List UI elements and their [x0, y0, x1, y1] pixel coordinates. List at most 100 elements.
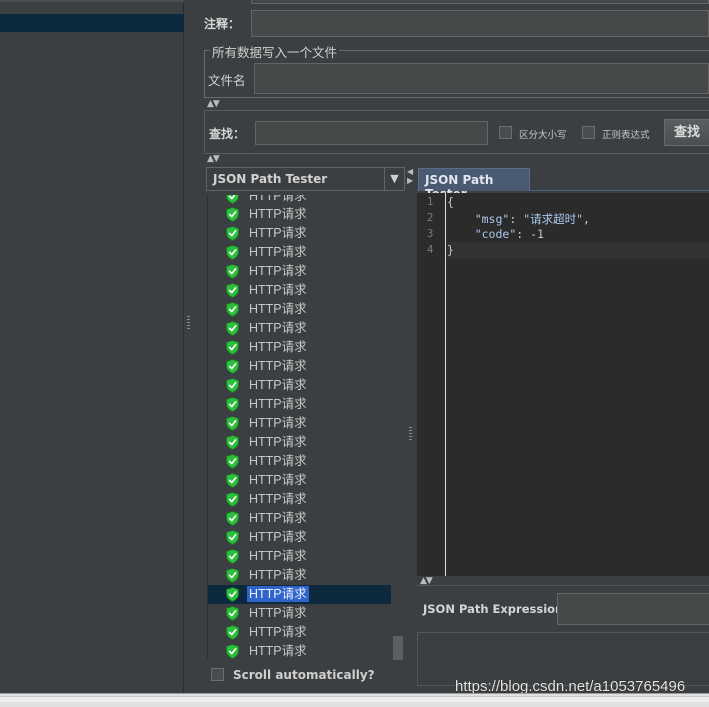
- list-item[interactable]: HTTP请求: [208, 452, 392, 471]
- success-shield-icon: [226, 378, 239, 393]
- list-item-label: HTTP请求: [249, 454, 307, 468]
- list-item[interactable]: HTTP请求: [208, 319, 392, 338]
- success-shield-icon: [226, 644, 239, 659]
- collapse-arrows-icon[interactable]: ▲▼: [207, 99, 220, 109]
- list-item[interactable]: HTTP请求: [208, 490, 392, 509]
- list-item[interactable]: HTTP请求: [208, 433, 392, 452]
- success-shield-icon: [226, 606, 239, 621]
- list-item-label: HTTP请求: [249, 264, 307, 278]
- list-item[interactable]: HTTP请求: [208, 528, 392, 547]
- list-item-label: HTTP请求: [249, 302, 307, 316]
- success-shield-icon: [226, 435, 239, 450]
- collapse-arrows-icon-2[interactable]: ▲▼: [207, 154, 220, 164]
- success-shield-icon: [226, 340, 239, 355]
- comment-field[interactable]: [251, 10, 709, 37]
- sampler-result-list[interactable]: HTTP请求 HTTP请求 HTTP请求 HTTP请求 HTTP请求 HTTP请求 HTTP…: [207, 195, 405, 660]
- list-item[interactable]: HTTP请求: [208, 357, 392, 376]
- list-item-selected[interactable]: HTTP请求: [208, 585, 392, 604]
- success-shield-icon: [226, 359, 239, 374]
- list-item[interactable]: HTTP请求: [208, 338, 392, 357]
- list-item-label: HTTP请求: [249, 283, 307, 297]
- scroll-auto-label: Scroll automatically?: [233, 668, 375, 682]
- list-item-label: HTTP请求: [249, 606, 307, 620]
- filename-field[interactable]: [254, 63, 709, 94]
- list-item[interactable]: HTTP请求: [208, 547, 392, 566]
- line-number: 1: [427, 196, 434, 208]
- tree-selected-node[interactable]: [0, 14, 184, 32]
- list-item-label: HTTP请求: [249, 549, 307, 563]
- list-item-label: HTTP请求: [249, 321, 307, 335]
- list-item-label: HTTP请求: [249, 473, 307, 487]
- list-item[interactable]: HTTP请求: [208, 642, 392, 660]
- list-item[interactable]: HTTP请求: [208, 300, 392, 319]
- list-item-label: HTTP请求: [249, 644, 307, 658]
- tab-json-path-tester[interactable]: JSON Path Tester: [418, 168, 530, 201]
- list-item[interactable]: HTTP请求: [208, 262, 392, 281]
- line-number: 3: [427, 228, 434, 240]
- tree-top-divider: [0, 0, 184, 2]
- splitter-grip-icon-2: [409, 427, 412, 441]
- list-item[interactable]: HTTP请求: [208, 604, 392, 623]
- search-input[interactable]: [255, 121, 488, 145]
- result-splitter[interactable]: ◀ ▶: [407, 167, 415, 687]
- list-item[interactable]: HTTP请求: [208, 566, 392, 585]
- write-to-file-legend: 所有数据写入一个文件: [210, 42, 340, 61]
- success-shield-icon: [226, 473, 239, 488]
- test-plan-tree[interactable]: [0, 0, 184, 693]
- success-shield-icon: [226, 283, 239, 298]
- list-item-label: HTTP请求: [249, 245, 307, 259]
- list-item[interactable]: HTTP请求: [208, 224, 392, 243]
- success-shield-icon: [226, 492, 239, 507]
- success-shield-icon: [226, 549, 239, 564]
- scroll-auto-checkbox[interactable]: [211, 668, 224, 681]
- success-shield-icon: [226, 587, 239, 602]
- expression-input[interactable]: [557, 593, 709, 625]
- list-item-label: HTTP请求: [249, 511, 307, 525]
- list-item[interactable]: HTTP请求: [208, 243, 392, 262]
- search-label: 查找：: [209, 127, 246, 141]
- list-item[interactable]: HTTP请求: [208, 471, 392, 490]
- bottom-border-inner: [0, 696, 709, 702]
- list-item-label: HTTP请求: [249, 340, 307, 354]
- list-item-label: HTTP请求: [249, 530, 307, 544]
- search-button[interactable]: 查找: [664, 119, 709, 146]
- line-number: 4: [427, 244, 434, 256]
- code-line: "msg": "请求超时",: [474, 212, 590, 226]
- list-item-label: HTTP请求: [249, 625, 307, 639]
- name-field[interactable]: [251, 0, 709, 4]
- code-line: "code": -1: [474, 227, 544, 241]
- regex-checkbox[interactable]: [582, 126, 595, 139]
- success-shield-icon: [226, 416, 239, 431]
- response-editor[interactable]: 1 2 3 4 { "msg": "请求超时", "code": -1}: [417, 193, 709, 576]
- list-item-label: HTTP请求: [249, 416, 307, 430]
- success-shield-icon: [226, 195, 239, 204]
- list-item[interactable]: HTTP请求: [208, 414, 392, 433]
- chevron-down-icon[interactable]: ▼: [384, 168, 404, 190]
- success-shield-icon: [226, 321, 239, 336]
- main-splitter[interactable]: [184, 0, 194, 693]
- list-item[interactable]: HTTP请求: [208, 509, 392, 528]
- filename-label: 文件名: [208, 73, 246, 88]
- splitter-arrows-icon[interactable]: ◀ ▶: [407, 167, 413, 185]
- list-item[interactable]: HTTP请求: [208, 205, 392, 224]
- renderer-select[interactable]: JSON Path Tester ▼: [206, 167, 405, 191]
- line-number: 2: [427, 212, 434, 224]
- list-item[interactable]: HTTP请求: [208, 376, 392, 395]
- success-shield-icon: [226, 625, 239, 640]
- success-shield-icon: [226, 226, 239, 241]
- case-sensitive-checkbox[interactable]: [499, 126, 512, 139]
- expression-label: JSON Path Expression: [423, 602, 564, 616]
- list-item-label: HTTP请求: [249, 397, 307, 411]
- success-shield-icon: [226, 302, 239, 317]
- list-item-label: HTTP请求: [249, 359, 307, 373]
- results-scrollbar-thumb[interactable]: [393, 636, 403, 660]
- success-shield-icon: [226, 530, 239, 545]
- list-item[interactable]: HTTP请求: [208, 623, 392, 642]
- code-line: {: [447, 195, 454, 209]
- list-item[interactable]: HTTP请求: [208, 395, 392, 414]
- line-number-gutter: 1 2 3 4: [417, 193, 446, 576]
- list-item-label: HTTP请求: [249, 435, 307, 449]
- list-item[interactable]: HTTP请求: [208, 281, 392, 300]
- success-shield-icon: [226, 397, 239, 412]
- results-scrollbar[interactable]: [391, 195, 405, 660]
